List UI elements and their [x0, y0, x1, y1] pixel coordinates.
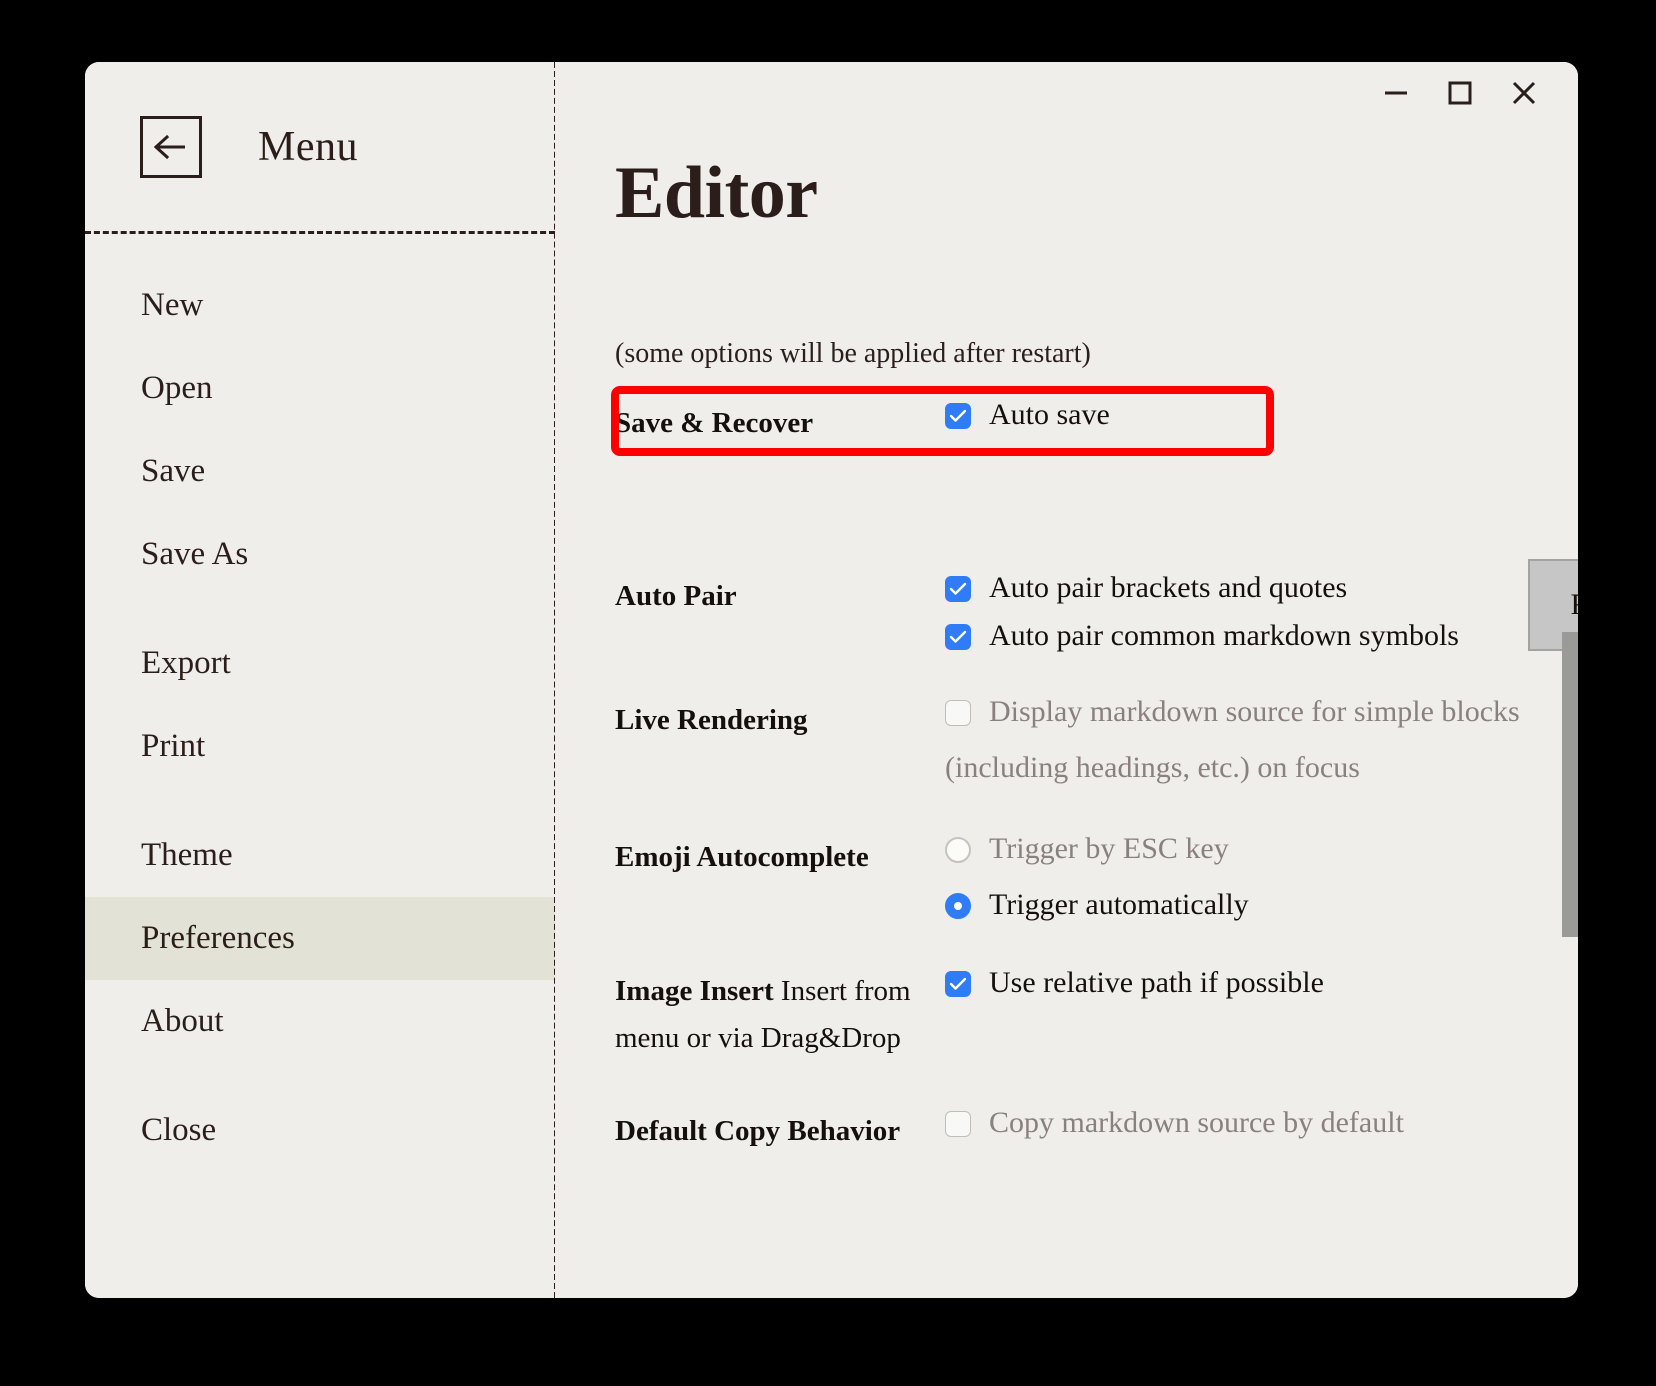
checkbox-use-relative-path[interactable] — [945, 970, 971, 997]
option-label: Auto pair brackets and quotes — [989, 570, 1348, 604]
settings-content: Editor (some options will be applied aft… — [555, 124, 1578, 1298]
sidebar-item-about[interactable]: About — [85, 980, 555, 1063]
option-label: Trigger by ESC key — [989, 831, 1229, 865]
checkbox-auto-pair-brackets[interactable] — [945, 575, 971, 602]
setting-controls: Copy markdown source by default — [945, 1105, 1578, 1155]
close-icon — [1510, 79, 1538, 107]
sidebar: Menu New Open Save Save As Export Print — [85, 62, 557, 1298]
setting-label-text: Image Insert — [615, 974, 774, 1007]
option-auto-pair-markdown[interactable]: Auto pair common markdown symbols — [945, 618, 1578, 652]
sidebar-item-label: Close — [141, 1112, 217, 1148]
option-label: Use relative path if possible — [989, 965, 1324, 999]
back-arrow-button[interactable] — [140, 115, 202, 178]
setting-row-default-copy-behavior: Default Copy Behavior Copy markdown sour… — [615, 1105, 1578, 1155]
sidebar-item-label: New — [141, 287, 204, 323]
restart-note: (some options will be applied after rest… — [615, 338, 1091, 369]
setting-controls: Trigger by ESC key Trigger automatically — [945, 831, 1578, 921]
option-label: Display markdown source for simple block… — [989, 694, 1520, 728]
option-trigger-esc[interactable]: Trigger by ESC key — [945, 831, 1578, 865]
maximize-icon — [1448, 81, 1472, 105]
option-display-markdown-source[interactable]: Display markdown source for simple block… — [945, 694, 1578, 728]
sidebar-item-save-as[interactable]: Save As — [85, 513, 555, 596]
page-title: Editor — [615, 152, 818, 234]
setting-controls: Use relative path if possible — [945, 965, 1578, 1062]
radio-trigger-automatically[interactable] — [945, 892, 971, 919]
setting-label: Auto Pair — [615, 573, 945, 651]
title-bar — [555, 62, 1578, 124]
setting-label-text: Auto Pair — [615, 579, 737, 612]
sidebar-group-separator — [85, 596, 555, 622]
scrollbar-track[interactable] — [1562, 124, 1578, 1298]
setting-label-text: Emoji Autocomplete — [615, 840, 869, 873]
sidebar-item-new[interactable]: New — [85, 264, 555, 347]
menu-title: Menu — [258, 123, 358, 170]
minimize-button[interactable] — [1364, 67, 1428, 119]
main-panel: Editor (some options will be applied aft… — [555, 62, 1578, 1298]
radio-dot — [954, 901, 962, 910]
sidebar-item-label: About — [141, 1003, 224, 1039]
sidebar-item-label: Print — [141, 728, 206, 764]
setting-row-live-rendering: Live Rendering Display markdown source f… — [615, 694, 1578, 790]
maximize-button[interactable] — [1428, 67, 1492, 119]
option-label: Auto pair common markdown symbols — [989, 618, 1459, 652]
setting-controls: Auto pair brackets and quotes Auto pair … — [945, 570, 1578, 652]
option-trigger-auto[interactable]: Trigger automatically — [945, 887, 1578, 921]
sidebar-item-save[interactable]: Save — [85, 430, 555, 513]
checkbox-display-markdown-source[interactable] — [945, 699, 971, 726]
sidebar-item-theme[interactable]: Theme — [85, 814, 555, 897]
setting-label: Save & Recover — [615, 400, 945, 447]
sidebar-item-print[interactable]: Print — [85, 705, 555, 788]
option-auto-pair-brackets[interactable]: Auto pair brackets and quotes — [945, 570, 1578, 604]
option-relative-path[interactable]: Use relative path if possible — [945, 965, 1578, 999]
scrollbar-thumb[interactable] — [1562, 632, 1578, 937]
sidebar-item-label: Theme — [141, 837, 233, 873]
checkbox-auto-pair-markdown[interactable] — [945, 623, 971, 650]
option-label-continuation: (including headings, etc.) on focus — [945, 750, 1360, 784]
checkbox-copy-markdown-source[interactable] — [945, 1110, 971, 1137]
checkbox-auto-save[interactable] — [945, 403, 971, 429]
radio-trigger-by-esc[interactable] — [945, 836, 971, 863]
sidebar-item-export[interactable]: Export — [85, 622, 555, 705]
sidebar-item-open[interactable]: Open — [85, 347, 555, 430]
sidebar-group-separator — [85, 1063, 555, 1089]
close-button[interactable] — [1492, 67, 1556, 119]
option-label: Copy markdown source by default — [989, 1105, 1404, 1139]
recover-button-spacer — [615, 447, 1578, 543]
setting-label-text: Save & Recover — [615, 407, 814, 439]
arrow-left-icon — [154, 134, 188, 160]
setting-label: Default Copy Behavior — [615, 1108, 945, 1155]
sidebar-item-preferences[interactable]: Preferences — [85, 897, 555, 980]
sidebar-header: Menu — [85, 62, 555, 234]
setting-label-text: Live Rendering — [615, 703, 808, 736]
setting-row-save-and-recover: Save & Recover Auto save — [615, 400, 1578, 447]
setting-label: Image Insert Insert from menu or via Dra… — [615, 968, 945, 1062]
setting-label: Emoji Autocomplete — [615, 834, 945, 920]
sidebar-item-label: Preferences — [141, 920, 295, 956]
setting-row-image-insert: Image Insert Insert from menu or via Dra… — [615, 965, 1578, 1062]
option-label: Trigger automatically — [989, 887, 1249, 921]
sidebar-menu-list: New Open Save Save As Export Print Theme — [85, 234, 555, 1172]
setting-row-auto-pair: Auto Pair Auto pair brackets and quotes — [615, 570, 1578, 652]
application-window: Menu New Open Save Save As Export Print — [85, 62, 1578, 1298]
setting-label: Live Rendering — [615, 697, 945, 790]
setting-controls: Auto save — [945, 400, 1578, 447]
option-label: Auto save — [989, 398, 1110, 431]
option-auto-save[interactable]: Auto save — [945, 400, 1578, 430]
sidebar-item-label: Save — [141, 453, 206, 489]
minimize-icon — [1383, 86, 1409, 100]
setting-label-text: Default Copy Behavior — [615, 1114, 901, 1147]
sidebar-item-close[interactable]: Close — [85, 1089, 555, 1172]
sidebar-item-label: Export — [141, 645, 231, 681]
sidebar-group-separator — [85, 788, 555, 814]
sidebar-item-label: Open — [141, 370, 213, 406]
sidebar-item-label: Save As — [141, 536, 249, 572]
setting-controls: Display markdown source for simple block… — [945, 694, 1578, 790]
setting-row-emoji-autocomplete: Emoji Autocomplete Trigger by ESC key Tr… — [615, 831, 1578, 921]
option-copy-markdown-source[interactable]: Copy markdown source by default — [945, 1105, 1578, 1139]
